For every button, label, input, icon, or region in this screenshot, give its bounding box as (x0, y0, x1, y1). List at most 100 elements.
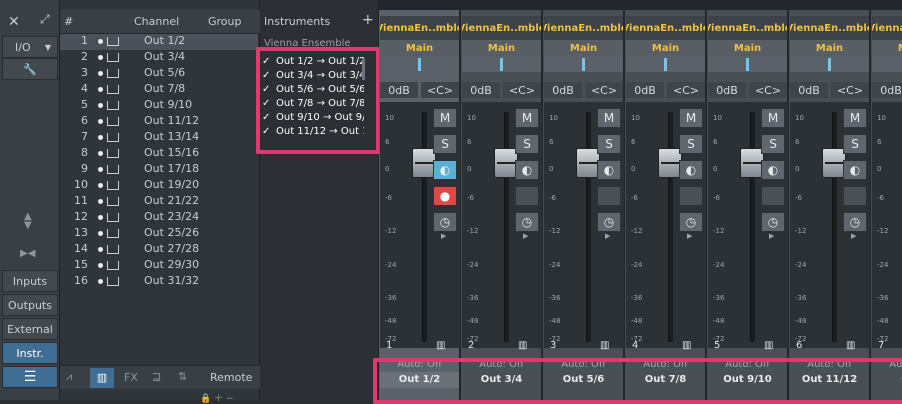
channel-row[interactable]: 7 Out 13/14 (60, 130, 258, 146)
visible-dot-icon[interactable] (98, 167, 103, 172)
bus-label[interactable]: Main (790, 40, 869, 56)
bus-label[interactable]: Main (462, 40, 541, 56)
pan-bar[interactable] (626, 56, 705, 72)
pan-bar[interactable] (708, 56, 787, 72)
leftright-arrows-icon[interactable]: ▶◀ (20, 248, 35, 259)
channel-row[interactable]: 6 Out 11/12 (60, 114, 258, 130)
automation-button[interactable]: ◷ (679, 212, 703, 232)
pan-bar[interactable] (380, 56, 459, 72)
automation-button[interactable]: ◷ (761, 212, 785, 232)
gain-readout[interactable]: 0dB (380, 82, 418, 98)
fader-track[interactable] (832, 112, 837, 342)
pan-readout[interactable]: <C> (503, 82, 541, 98)
pan-bar[interactable] (790, 56, 869, 72)
automation-button[interactable]: ◷ (843, 212, 867, 232)
pan-bar[interactable] (872, 56, 902, 72)
strip-name[interactable]: ViennaEn..mble (380, 16, 459, 40)
visible-dot-icon[interactable] (98, 71, 103, 76)
monitor-button[interactable]: ◐ (843, 160, 867, 180)
sort-icon[interactable]: ⇅ (178, 370, 187, 383)
visible-dot-icon[interactable] (98, 279, 103, 284)
fader-track[interactable] (586, 112, 591, 342)
channel-row[interactable]: 15 Out 29/30 (60, 258, 258, 274)
expand-arrow-icon[interactable]: ▶ (687, 232, 692, 240)
solo-button[interactable]: S (843, 134, 867, 154)
automation-button[interactable]: ◷ (597, 212, 621, 232)
monitor-button[interactable]: ◐ (761, 160, 785, 180)
expand-arrow-icon[interactable]: ▶ (851, 232, 856, 240)
record-button[interactable]: ● (597, 186, 621, 206)
updown-arrows-icon[interactable]: ▲ ▼ (24, 212, 32, 231)
visible-dot-icon[interactable] (98, 151, 103, 156)
record-button[interactable]: ● (433, 186, 457, 206)
list-view-button[interactable]: ☰ (2, 366, 58, 388)
record-button[interactable]: ● (515, 186, 539, 206)
gain-readout[interactable]: 0dB (872, 82, 902, 98)
strip-name[interactable]: ViennaEn..mble (708, 16, 787, 40)
mute-button[interactable]: M (433, 108, 457, 128)
expand-arrow-icon[interactable]: ▶ (769, 232, 774, 240)
pan-readout[interactable]: <C> (831, 82, 869, 98)
wrench-button[interactable]: 🔧 (2, 58, 58, 80)
pan-readout[interactable]: <C> (667, 82, 705, 98)
record-button[interactable]: ● (679, 186, 703, 206)
strip-name[interactable]: ViennaEn..mble (462, 16, 541, 40)
channel-row[interactable]: 16 Out 31/32 (60, 274, 258, 290)
fx-button[interactable]: FX (124, 371, 138, 384)
gain-readout[interactable]: 0dB (708, 82, 746, 98)
pan-readout[interactable]: <C> (585, 82, 623, 98)
monitor-button[interactable]: ◐ (433, 160, 457, 180)
channel-row[interactable]: 10 Out 19/20 (60, 178, 258, 194)
col-group-header[interactable]: Group (208, 15, 242, 28)
solo-button[interactable]: S (597, 134, 621, 154)
visible-dot-icon[interactable] (98, 263, 103, 268)
pan-bar[interactable] (544, 56, 623, 72)
channel-row[interactable]: 3 Out 5/6 (60, 66, 258, 82)
channel-row[interactable]: 4 Out 7/8 (60, 82, 258, 98)
visible-dot-icon[interactable] (98, 103, 103, 108)
expand-icon[interactable]: ⤢ (40, 12, 50, 27)
fader-track[interactable] (504, 112, 509, 342)
record-button[interactable]: ● (843, 186, 867, 206)
mute-button[interactable]: M (515, 108, 539, 128)
pan-readout[interactable]: <C> (749, 82, 787, 98)
lock-icon[interactable]: 🔒 ＋ − (200, 391, 233, 404)
add-instrument-icon[interactable]: + (362, 12, 374, 28)
bus-icon[interactable]: ⊒ (152, 370, 161, 383)
channel-row[interactable]: 1 Out 1/2 (60, 34, 258, 50)
visible-dot-icon[interactable] (98, 119, 103, 124)
gain-readout[interactable]: 0dB (544, 82, 582, 98)
gain-readout[interactable]: 0dB (462, 82, 500, 98)
channel-row[interactable]: 5 Out 9/10 (60, 98, 258, 114)
automation-button[interactable]: ◷ (515, 212, 539, 232)
visible-dot-icon[interactable] (98, 231, 103, 236)
tab-external[interactable]: External (2, 318, 58, 340)
strip-name[interactable]: ViennaEn..mble (626, 16, 705, 40)
channel-row[interactable]: 2 Out 3/4 (60, 50, 258, 66)
visible-dot-icon[interactable] (98, 215, 103, 220)
bus-label[interactable]: Main (380, 40, 459, 56)
bus-label[interactable]: Main (544, 40, 623, 56)
solo-button[interactable]: S (433, 134, 457, 154)
keyboard-icon[interactable]: ▥ (90, 368, 114, 388)
automation-button[interactable]: ◷ (433, 212, 457, 232)
visible-dot-icon[interactable] (98, 87, 103, 92)
strip-name[interactable]: ViennaEn..mble (790, 16, 869, 40)
remote-button[interactable]: Remote (210, 371, 252, 384)
fader-track[interactable] (750, 112, 755, 342)
record-button[interactable]: ● (761, 186, 785, 206)
channel-row[interactable]: 13 Out 25/26 (60, 226, 258, 242)
visible-dot-icon[interactable] (98, 39, 103, 44)
mute-button[interactable]: M (679, 108, 703, 128)
col-channel-header[interactable]: Channel (134, 15, 179, 28)
visible-dot-icon[interactable] (98, 247, 103, 252)
gain-readout[interactable]: 0dB (626, 82, 664, 98)
monitor-button[interactable]: ◐ (679, 160, 703, 180)
visible-dot-icon[interactable] (98, 135, 103, 140)
solo-button[interactable]: S (761, 134, 785, 154)
fader-track[interactable] (422, 112, 427, 342)
strip-name[interactable]: ViennaEn..mble (872, 16, 902, 40)
channel-row[interactable]: 14 Out 27/28 (60, 242, 258, 258)
tab-instr[interactable]: Instr. (2, 342, 58, 364)
bus-label[interactable]: Main (626, 40, 705, 56)
